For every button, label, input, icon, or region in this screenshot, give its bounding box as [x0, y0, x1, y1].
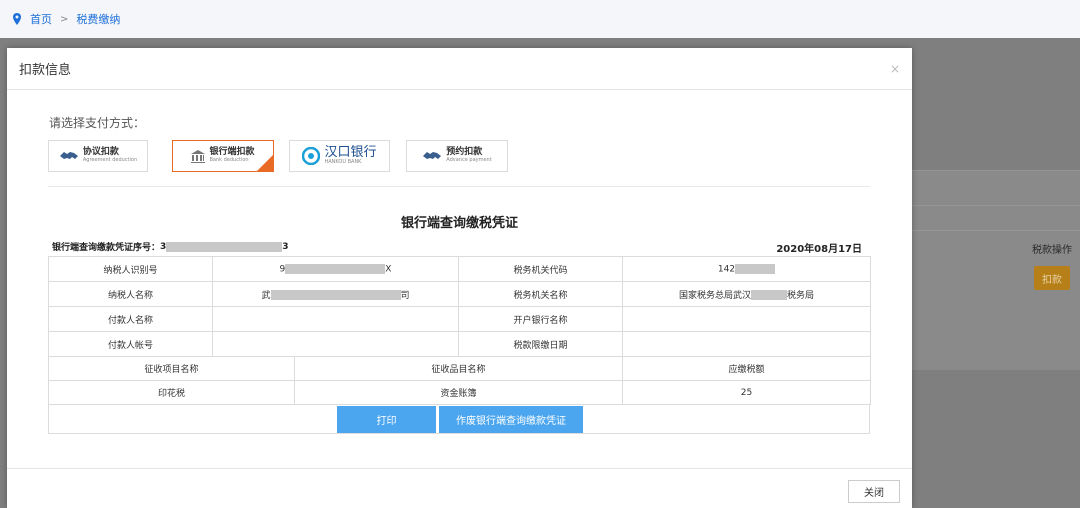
taxpayer-name-label: 纳税人名称 [48, 281, 213, 307]
item-cell: 资金账簿 [294, 380, 623, 405]
redaction-mask [751, 290, 787, 300]
modal-footer-divider [7, 468, 912, 469]
background-op-label: 税款操作 [1032, 245, 1072, 256]
bank-building-icon [191, 149, 206, 163]
payer-name-value [212, 306, 459, 332]
taxpayer-name-suffix: 司 [400, 290, 410, 301]
pay-option-sub: Agreement deduction [82, 157, 138, 164]
deduction-modal: 扣款信息 × 请选择支付方式： 协议扣款 Agreement deduction… [7, 48, 912, 508]
payment-method-prompt: 请选择支付方式： [49, 116, 146, 130]
redaction-mask [735, 263, 776, 274]
modal-title: 扣款信息 [19, 63, 72, 78]
background-deduct-button[interactable]: 扣款 [1034, 266, 1070, 290]
deadline-label: 税款限缴日期 [458, 331, 623, 357]
handshake-icon [423, 152, 442, 159]
background-divider [912, 230, 1080, 231]
project-cell: 印花税 [48, 380, 295, 405]
payer-account-label: 付款人帐号 [48, 331, 213, 357]
certificate-title: 银行端查询缴税凭证 [400, 216, 518, 231]
amount-header: 应缴税额 [622, 356, 871, 381]
hankou-bank-logo-icon [302, 147, 321, 165]
serial-label: 银行端查询缴款凭证序号： [52, 243, 161, 253]
payer-name-label: 付款人名称 [48, 306, 213, 332]
table-row: 纳税人名称 武司 税务机关名称 国家税务总局武汉 税务局 [48, 281, 871, 307]
table-row: 付款人名称 开户银行名称 [48, 306, 871, 332]
payer-account-value [212, 331, 459, 357]
amount-cell: 25 [622, 380, 871, 405]
bank-name-value [622, 306, 871, 332]
pay-option-sub: Advance payment [446, 157, 492, 164]
breadcrumb: 首页 > 税费缴纳 [0, 0, 1080, 38]
redaction-mask [166, 241, 283, 252]
pay-option-bank[interactable]: 银行端扣款 Bank deduction [172, 140, 274, 172]
action-row: 打印 作废银行端查询缴款凭证 [48, 404, 870, 434]
tax-org-name-prefix: 国家税务总局武汉 [678, 290, 751, 301]
breadcrumb-home-link[interactable]: 首页 [30, 11, 52, 27]
table-row: 纳税人识别号 9X 税务机关代码 142 [48, 256, 871, 282]
taxpayer-info-table: 纳税人识别号 9X 税务机关代码 142 纳税人名称 武司 税务机关名称 国家税… [48, 256, 871, 357]
taxpayer-name-value: 武司 [212, 281, 459, 307]
tax-org-code-prefix: 142 [717, 264, 736, 275]
background-divider [912, 170, 1080, 171]
selected-corner-icon [257, 155, 273, 171]
location-pin-icon [13, 13, 21, 25]
pay-option-sub: Bank deduction [209, 157, 249, 164]
project-header: 征收项目名称 [48, 356, 295, 381]
tax-items-table: 征收项目名称 征收品目名称 应缴税额 印花税 资金账簿 25 [48, 356, 871, 405]
tax-org-name-value: 国家税务总局武汉 税务局 [622, 281, 871, 307]
tax-org-code-value: 142 [622, 256, 871, 282]
pay-option-hankou-bank[interactable]: 汉口银行 HANKOU BANK [289, 140, 390, 172]
print-button[interactable]: 打印 [337, 406, 436, 433]
redaction-mask [285, 263, 386, 274]
redaction-mask [270, 290, 401, 300]
breadcrumb-separator: > [60, 13, 69, 25]
section-divider [48, 186, 870, 187]
pay-option-sub: HANKOU BANK [324, 159, 362, 166]
deadline-value [622, 331, 871, 357]
modal-header: 扣款信息 × [7, 48, 912, 90]
tax-org-name-label: 税务机关名称 [458, 281, 623, 307]
taxpayer-id-suffix: X [385, 264, 392, 275]
item-header: 征收品目名称 [294, 356, 623, 381]
bank-name-label: 开户银行名称 [458, 306, 623, 332]
taxpayer-id-label: 纳税人识别号 [48, 256, 213, 282]
certificate-date: 2020年08月17日 [776, 244, 862, 255]
pay-option-label: 汉口银行 [324, 145, 377, 161]
taxpayer-id-value: 9X [212, 256, 459, 282]
breadcrumb-current[interactable]: 税费缴纳 [76, 11, 120, 27]
table-row: 付款人帐号 税款限缴日期 [48, 331, 871, 357]
table-row: 印花税 资金账簿 25 [48, 380, 871, 405]
taxpayer-name-prefix: 武 [261, 290, 271, 301]
close-button[interactable]: 关闭 [848, 480, 900, 503]
pay-option-agreement[interactable]: 协议扣款 Agreement deduction [48, 140, 148, 172]
void-certificate-button[interactable]: 作废银行端查询缴款凭证 [439, 406, 583, 433]
pay-option-advance[interactable]: 预约扣款 Advance payment [406, 140, 508, 172]
handshake-icon [59, 152, 78, 159]
tax-org-code-label: 税务机关代码 [458, 256, 623, 282]
background-divider [912, 205, 1080, 206]
table-header-row: 征收项目名称 征收品目名称 应缴税额 [48, 356, 871, 381]
close-icon[interactable]: × [890, 62, 900, 76]
tax-org-name-suffix: 税务局 [787, 290, 815, 301]
serial-suffix: 3 [282, 241, 289, 252]
serial-number: 银行端查询缴款凭证序号： 3 3 [52, 240, 289, 253]
